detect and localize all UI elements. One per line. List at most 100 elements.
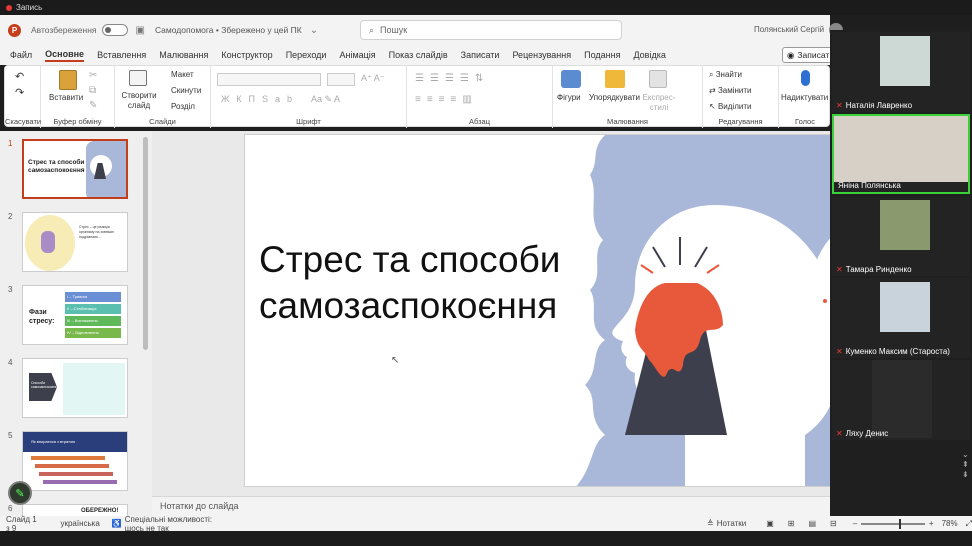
search-input[interactable]: ⌕ Пошук [360,20,622,40]
notes-button[interactable]: Нотатки [717,519,747,528]
font-size-select[interactable] [327,73,355,86]
tab-file[interactable]: Файл [10,50,32,60]
participant-tile[interactable]: ✕ Наталія Лавренко [832,32,970,112]
notes-field[interactable]: Нотатки до слайда [152,496,830,516]
layout-button[interactable]: Макет [171,70,194,79]
list-item[interactable]: 3 Фази стресу: I – Тривога II – Стабіліз… [0,285,140,347]
tab-review[interactable]: Рецензування [512,50,571,60]
reset-button[interactable]: Скинути [171,86,201,95]
quick-styles-button[interactable]: Експрес-стилі [641,93,677,113]
record-circle-icon: ◉ [787,49,795,60]
paste-button[interactable]: Вставити [49,93,83,102]
font-format-icons[interactable]: ЖКПSab [221,94,299,104]
accessibility-status[interactable]: Спеціальні можливості: щось не так [125,515,231,533]
thumb-bar [39,472,113,476]
shapes-icon[interactable] [561,70,581,88]
video-panel: ✕ Наталія Лавренко Яніна Полянська ✕ Тамар… [830,30,972,516]
replace-button[interactable]: ⇄ Замінити [709,86,752,95]
record-button[interactable]: ◉ Записати [782,47,834,63]
user-name[interactable]: Полянський Сергій [754,25,824,34]
tab-help[interactable]: Довідка [633,50,665,60]
slide-title[interactable]: Стрес та способи самозаспокоєння [259,237,560,329]
list-item[interactable]: 1 Стрес та способи самозаспокоєння [0,139,140,201]
view-icons[interactable]: ▣⊞▤⊟ [766,519,851,528]
list-item[interactable]: 2 Стрес – це реакція організму на зовніш… [0,212,140,274]
zoom-level[interactable]: 78% [942,519,958,528]
new-slide-button[interactable]: Створити слайд [119,91,159,111]
autosave-toggle[interactable] [101,24,128,36]
tab-insert[interactable]: Вставлення [97,50,146,60]
thumb-figure-shape [41,231,55,253]
slide-thumbnail-4[interactable]: Способи самозаспокоєння [22,358,128,418]
tab-design[interactable]: Конструктор [221,50,272,60]
arrange-icon[interactable] [605,70,625,88]
microphone-icon[interactable] [801,70,810,86]
shapes-button[interactable]: Фігури [557,93,581,102]
tab-record[interactable]: Записати [461,50,500,60]
slide-editor[interactable]: Стрес та способи самозаспокоєння ↖ [244,134,872,487]
pen-icon[interactable]: ✎ [8,481,32,505]
new-slide-icon[interactable] [129,70,147,86]
document-name[interactable]: Самодопомога • Збережено у цей ПК [155,25,302,35]
list-icons[interactable]: ☰☰☰☰⇅ [415,73,489,84]
undo-icon[interactable]: ↶ [15,70,24,83]
participant-name: Тамара Ринденко [845,265,912,274]
participant-video [880,36,930,86]
arrange-button[interactable]: Упорядкувати [589,93,640,102]
record-dot-icon [6,4,12,11]
zoom-slider[interactable] [861,518,925,529]
thumb-phase-3: III – Виснаження [65,316,121,326]
tab-home[interactable]: Основне [45,49,85,62]
search-icon: ⌕ [369,24,375,35]
slide-counter: Слайд 1 з 9 [6,514,37,533]
grow-font-icon[interactable]: A⁺ A⁻ [361,73,385,84]
tab-slideshow[interactable]: Показ слайдів [389,50,448,60]
slide-thumbnail-1[interactable]: Стрес та способи самозаспокоєння [22,139,128,199]
font-family-select[interactable] [217,73,321,86]
participant-video [880,282,930,332]
font-color-icon[interactable]: Aa ✎ A [311,94,340,105]
dictate-button[interactable]: Надиктувати [781,93,828,102]
editing-group-label: Редагування [718,117,763,126]
tab-draw[interactable]: Малювання [159,50,208,60]
participant-tile-speaking[interactable]: Яніна Полянська [832,114,970,194]
redo-icon[interactable]: ↷ [15,86,24,99]
replace-label: Замінити [717,86,752,95]
slide-thumbnail-5[interactable]: Як впоратися з втратою [22,431,128,491]
mic-muted-icon: ✕ [836,347,843,356]
select-button[interactable]: ↖ Виділити [709,102,751,111]
thumbnail-number: 5 [8,431,13,440]
taskbar [0,531,972,546]
format-painter-icon[interactable]: ✎ [89,100,97,111]
language-label[interactable]: українська [60,519,99,528]
participant-tile[interactable]: ✕ Куменко Максим (Староста) [832,278,970,358]
participant-tile[interactable]: ✕ Тамара Ринденко [832,196,970,276]
chevron-down-icon[interactable]: ⌄ [310,25,318,36]
find-button[interactable]: ⌕ Знайти [709,70,742,80]
thumbnail-scrollbar[interactable] [143,137,148,350]
participant-video [880,200,930,250]
quick-styles-icon[interactable] [649,70,667,88]
paste-icon[interactable] [59,70,77,90]
save-icon[interactable]: ▣ [136,25,145,36]
undo-group: ↶ ↷ Скасувати [5,66,41,128]
cut-icon[interactable]: ✂ [89,70,97,81]
zoom-out-icon[interactable]: – [853,519,857,528]
tab-transitions[interactable]: Переходи [286,50,327,60]
list-item[interactable]: 4 Способи самозаспокоєння [0,358,140,420]
thumbnail-number: 4 [8,358,13,367]
slide-thumbnail-2[interactable]: Стрес – це реакція організму на зовнішні… [22,212,128,272]
tab-animations[interactable]: Анімація [339,50,375,60]
align-icons[interactable]: ≡≡≡≡▥ [415,94,478,105]
tab-view[interactable]: Подання [584,50,620,60]
mic-muted-icon: ✕ [836,265,843,274]
participant-tile[interactable]: ✕ Ляху Денис [832,360,970,440]
fit-icon[interactable]: ⤢ [966,519,972,529]
zoom-in-icon[interactable]: + [929,519,934,528]
drawing-group-label: Малювання [607,117,648,126]
slide-thumbnail-3[interactable]: Фази стресу: I – Тривога II – Стабілізац… [22,285,128,345]
panel-scroll-controls[interactable]: ⌄ ⇞ ⇟ [962,450,969,480]
section-button[interactable]: Розділ [171,102,195,111]
drawing-group: Фігури Упорядкувати Експрес-стилі Малюва… [553,66,703,128]
copy-icon[interactable]: ⧉ [89,85,96,96]
